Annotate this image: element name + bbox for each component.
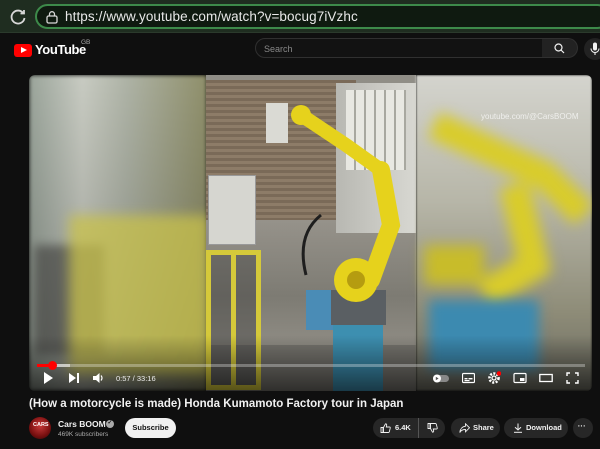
site-info-icon[interactable] [45, 10, 59, 24]
youtube-header: YouTube GB [0, 33, 600, 75]
subtitles-icon[interactable] [462, 371, 475, 385]
verified-icon [106, 419, 114, 428]
volume-icon[interactable] [92, 371, 105, 385]
video-title: (How a motorcycle is made) Honda Kumamot… [29, 398, 404, 410]
autoplay-toggle-icon[interactable] [432, 371, 450, 385]
url-text: https://www.youtube.com/watch?v=bocug7iV… [65, 9, 358, 24]
channel-watermark: youtube.com/@CarsBOOM [481, 112, 579, 121]
search-icon [554, 43, 565, 54]
controls-gradient [29, 335, 592, 391]
country-code: GB [81, 39, 91, 46]
play-icon[interactable] [42, 371, 54, 385]
share-button[interactable]: Share [451, 418, 500, 438]
download-icon [514, 423, 522, 433]
search-input[interactable] [264, 42, 534, 56]
more-actions-button[interactable]: ··· [573, 418, 593, 438]
dislike-button[interactable] [419, 418, 445, 438]
fullscreen-icon[interactable] [566, 371, 579, 385]
reload-icon[interactable] [8, 7, 28, 27]
like-count: 6.4K [395, 423, 411, 432]
thumbs-up-icon [380, 423, 391, 433]
search-button[interactable] [542, 38, 578, 58]
youtube-play-icon [14, 44, 32, 57]
share-icon [459, 423, 470, 433]
voice-search-button[interactable] [584, 38, 600, 60]
subscriber-count: 469K subscribers [58, 431, 109, 438]
next-icon[interactable] [68, 371, 80, 385]
download-label: Download [526, 423, 562, 432]
channel-avatar[interactable]: CARS [29, 417, 51, 439]
progress-bar[interactable] [37, 361, 585, 370]
like-dislike-group: 6.4K [373, 418, 445, 438]
share-label: Share [473, 423, 494, 432]
subscribe-button[interactable]: Subscribe [125, 418, 176, 438]
download-button[interactable]: Download [504, 418, 568, 438]
time-display: 0:57 / 33:16 [116, 374, 156, 383]
avatar-text: CARS [33, 422, 49, 428]
blur-shape [424, 112, 592, 308]
channel-name[interactable]: Cars BOOM [58, 419, 106, 429]
youtube-logo[interactable]: YouTube GB [14, 39, 104, 63]
miniplayer-icon[interactable] [513, 371, 527, 385]
video-player[interactable]: youtube.com/@CarsBOOM 0:57 / 33:16 [29, 75, 592, 391]
logo-text: YouTube [35, 42, 86, 57]
like-button[interactable]: 6.4K [373, 418, 419, 438]
microphone-icon [590, 42, 600, 55]
browser-address-bar: https://www.youtube.com/watch?v=bocug7iV… [0, 0, 600, 33]
more-icon: ··· [577, 420, 586, 432]
url-field[interactable]: https://www.youtube.com/watch?v=bocug7iV… [35, 4, 600, 29]
search-box [255, 38, 543, 58]
theater-icon[interactable] [539, 371, 553, 385]
settings-icon[interactable] [487, 371, 501, 385]
thumbs-down-icon [427, 423, 438, 433]
